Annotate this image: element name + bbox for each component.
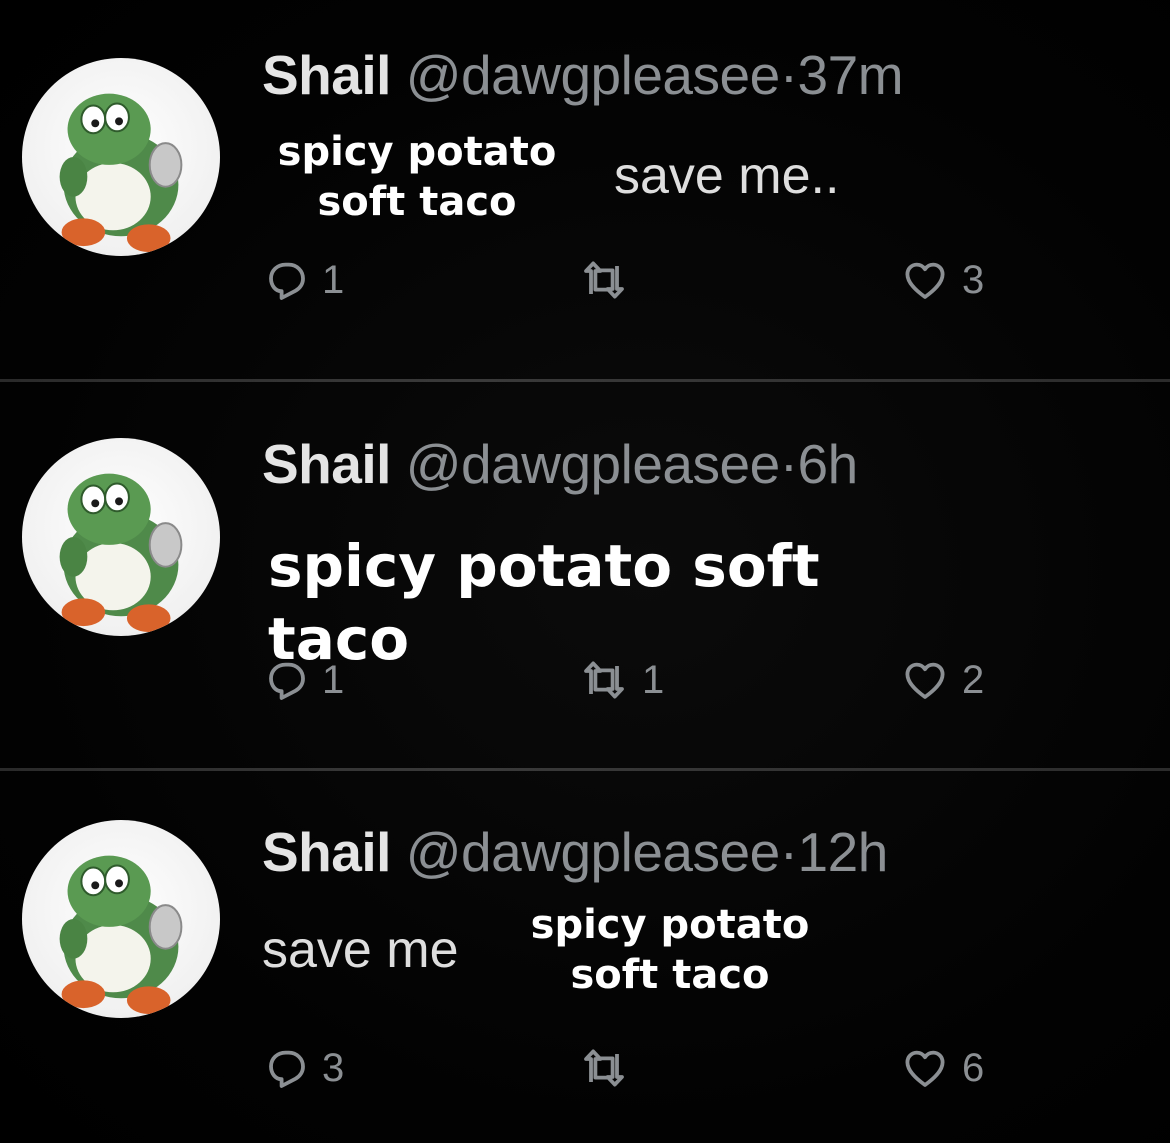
overlay-line: spicy potato soft taco bbox=[268, 532, 820, 673]
overlay-line: spicy potato bbox=[530, 902, 810, 948]
divider bbox=[0, 768, 1170, 771]
avatar[interactable] bbox=[22, 438, 220, 636]
tweet-3[interactable]: Shail @dawgpleasee·12h save me spicy pot… bbox=[0, 0, 1170, 1090]
overlay-line: soft taco bbox=[570, 952, 770, 998]
yoshi-avatar-icon bbox=[22, 820, 220, 1018]
display-name[interactable]: Shail bbox=[262, 821, 391, 883]
retweet-count: 1 bbox=[642, 657, 665, 702]
tweet-text: save me bbox=[262, 921, 459, 979]
retweet-icon bbox=[578, 656, 630, 704]
heart-icon bbox=[900, 656, 950, 704]
display-name[interactable]: Shail bbox=[262, 433, 391, 495]
separator-dot: · bbox=[779, 433, 798, 495]
like-count: 2 bbox=[962, 657, 985, 702]
timeline: Shail @dawgpleasee·37m save me.. spicy p… bbox=[0, 0, 1170, 1143]
overlay-caption: spicy potato soft taco bbox=[268, 530, 948, 675]
handle[interactable]: @dawgpleasee bbox=[406, 433, 780, 495]
tweet-header: Shail @dawgpleasee·12h bbox=[262, 820, 888, 884]
overlay-caption: spicy potato soft taco bbox=[520, 900, 820, 1000]
avatar[interactable] bbox=[22, 820, 220, 1018]
reply-icon bbox=[262, 656, 310, 704]
reply-icon bbox=[262, 1044, 310, 1092]
reply-count: 1 bbox=[322, 657, 345, 702]
like-count: 6 bbox=[962, 1045, 985, 1090]
retweet-button[interactable] bbox=[578, 1044, 642, 1092]
heart-icon bbox=[900, 1044, 950, 1092]
retweet-button[interactable]: 1 bbox=[578, 656, 664, 704]
handle[interactable]: @dawgpleasee bbox=[406, 821, 780, 883]
timestamp[interactable]: 6h bbox=[798, 433, 859, 495]
tweet-header: Shail @dawgpleasee·6h bbox=[262, 432, 858, 496]
yoshi-avatar-icon bbox=[22, 438, 220, 636]
timestamp[interactable]: 12h bbox=[798, 821, 889, 883]
reply-count: 3 bbox=[322, 1045, 345, 1090]
like-button[interactable]: 2 bbox=[900, 656, 984, 704]
reply-button[interactable]: 3 bbox=[262, 1044, 344, 1092]
reply-button[interactable]: 1 bbox=[262, 656, 344, 704]
like-button[interactable]: 6 bbox=[900, 1044, 984, 1092]
retweet-icon bbox=[578, 1044, 630, 1092]
separator-dot: · bbox=[779, 821, 798, 883]
